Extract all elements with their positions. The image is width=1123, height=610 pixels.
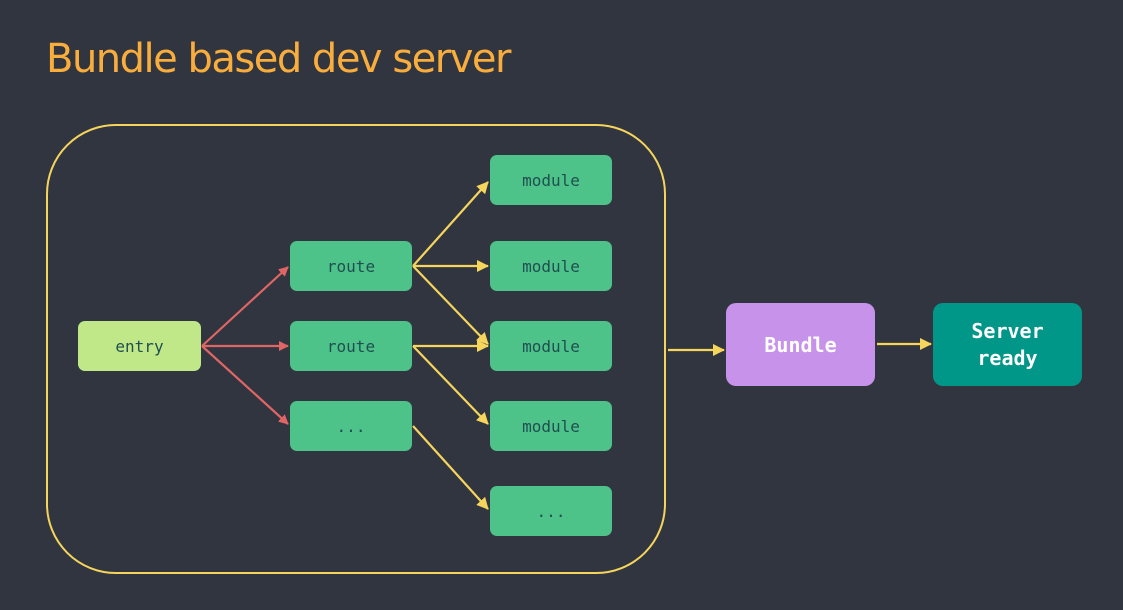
edge-route-3-module-5 [412,425,489,510]
edge-route-1-module-1 [412,181,489,267]
module-node: module [490,155,612,205]
module-node: module [490,241,612,291]
server-ready-line-2: ready [977,345,1038,370]
module-node: module [490,321,612,371]
entry-node: entry [78,321,201,371]
server-ready-node: Server ready [933,303,1082,386]
edge-entry-route-3 [201,345,289,425]
server-ready-line-1: Server [971,318,1044,343]
route-node-ellipsis: ... [290,401,412,451]
edge-route-1-module-3 [412,265,489,345]
bundle-node: Bundle [726,303,875,386]
module-node-ellipsis: ... [490,486,612,536]
edge-route-2-module-4 [412,345,489,425]
route-node: route [290,321,412,371]
module-node: module [490,401,612,451]
edge-entry-route-1 [201,266,289,347]
route-node: route [290,241,412,291]
